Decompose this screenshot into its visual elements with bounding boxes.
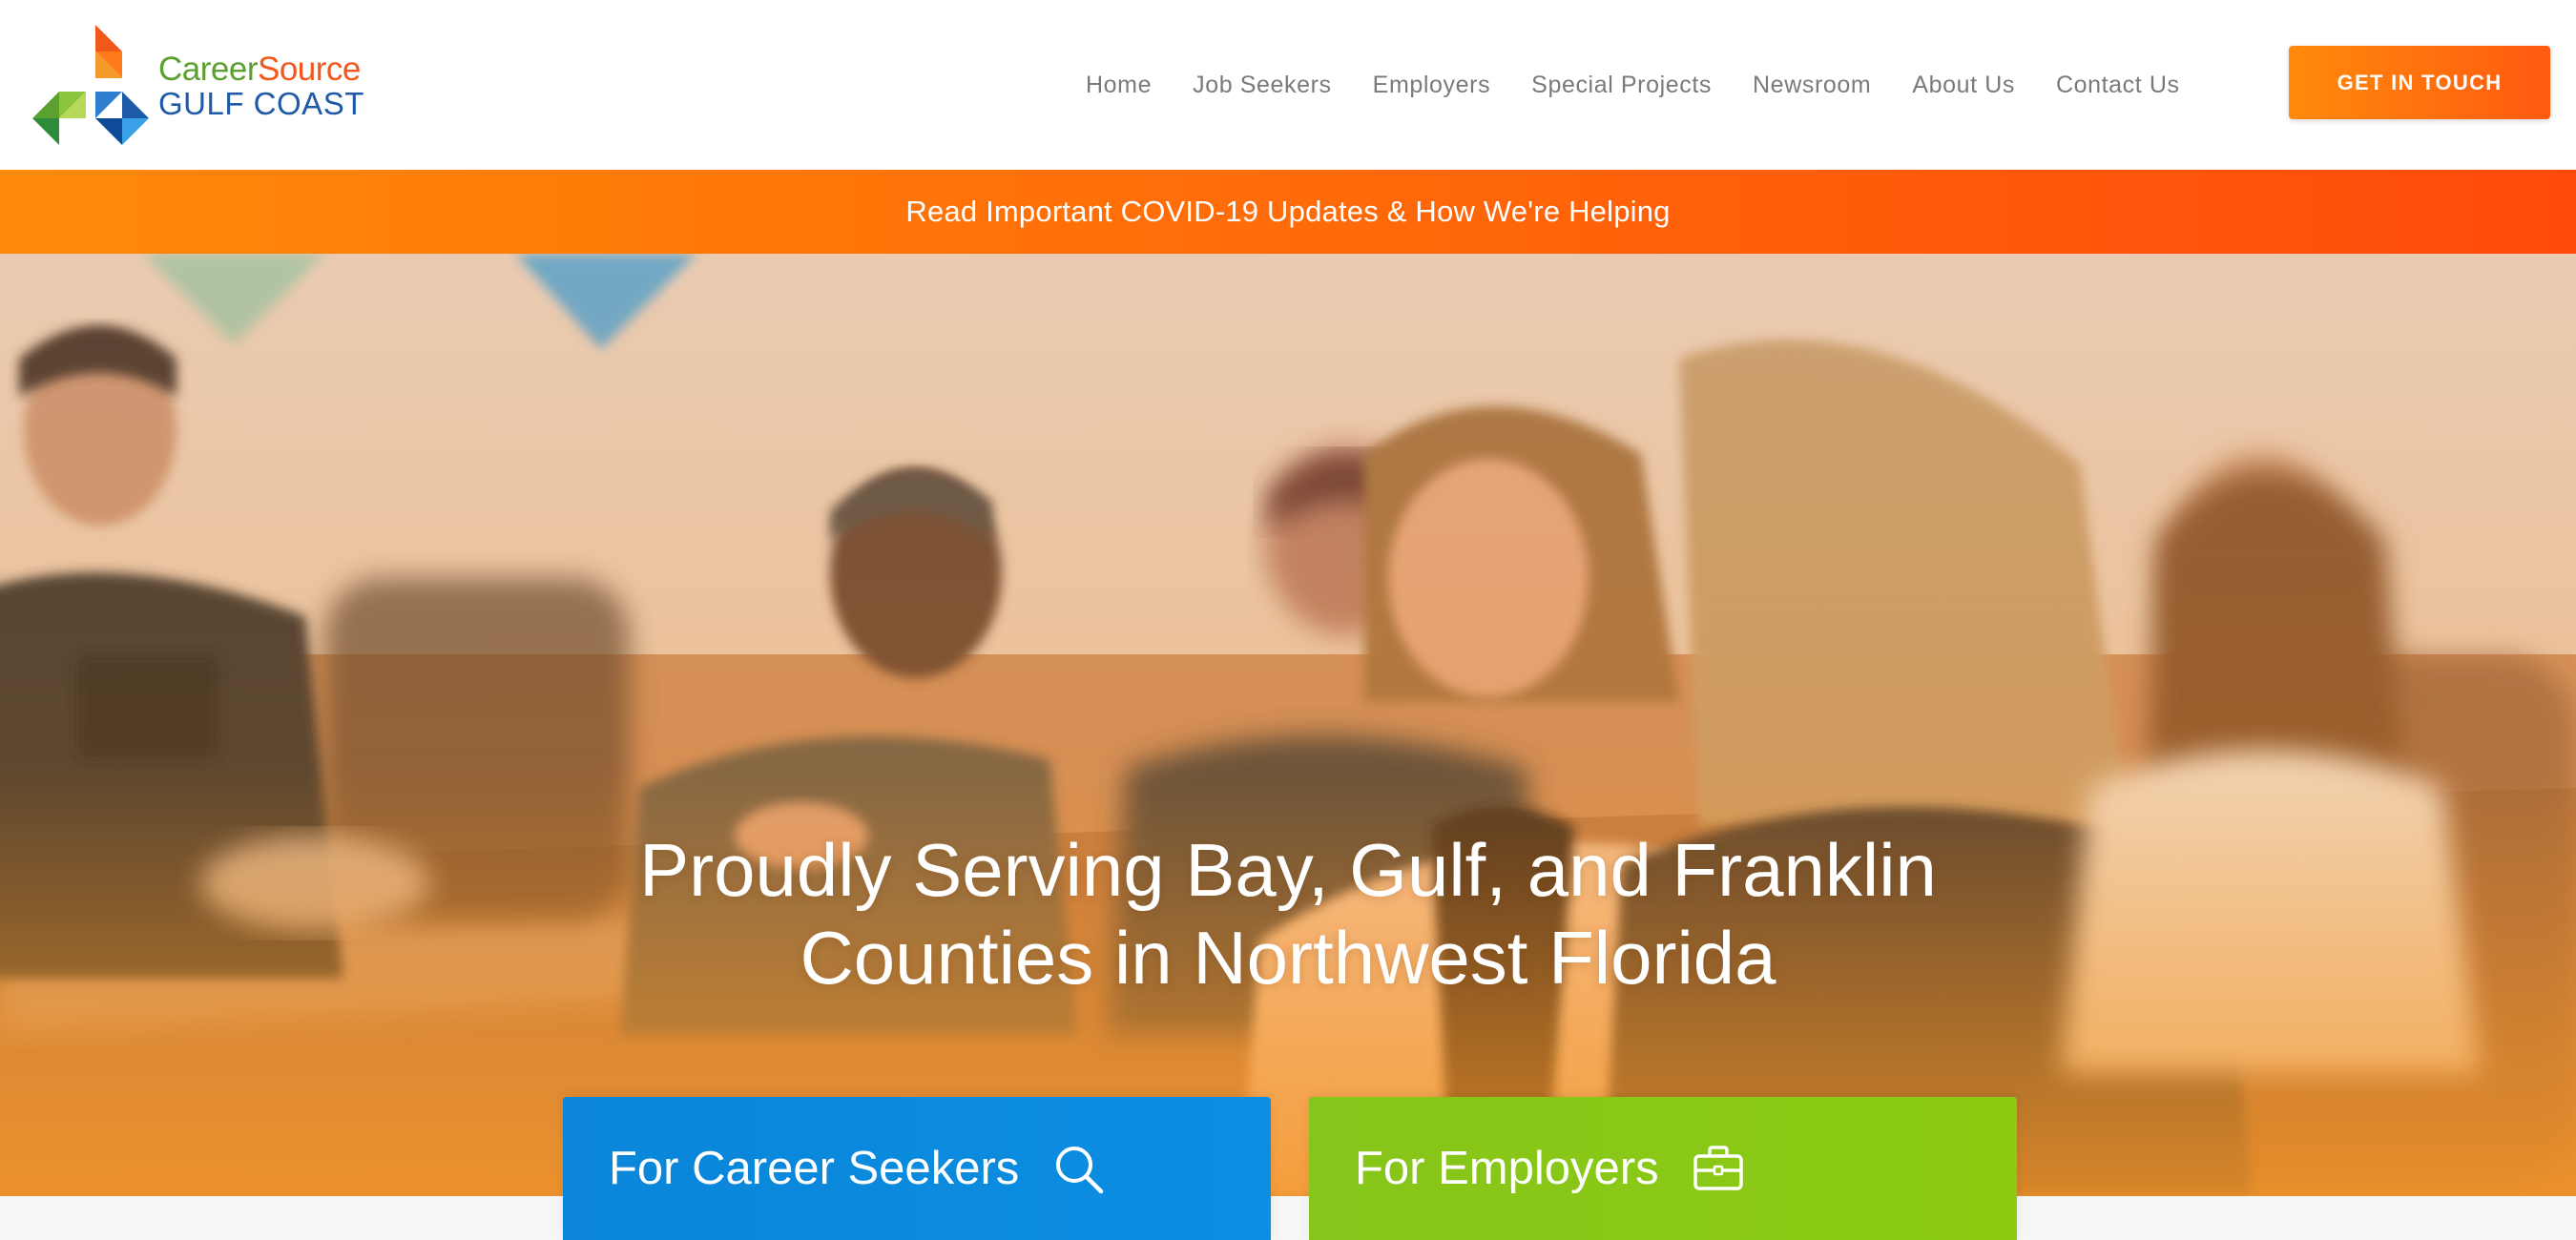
- logo-wordmark: CareerSource GULF COAST: [158, 52, 364, 120]
- site-header: CareerSource GULF COAST Home Job Seekers…: [0, 0, 2576, 170]
- logo-gulf-coast-text: GULF COAST: [158, 86, 364, 121]
- briefcase-icon: [1692, 1142, 1745, 1195]
- logo-career-text: Career: [158, 51, 258, 88]
- search-icon: [1051, 1142, 1105, 1195]
- logo-source-text: Source: [257, 51, 361, 88]
- hero-section: Proudly Serving Bay, Gulf, and Franklin …: [0, 254, 2576, 1196]
- site-logo[interactable]: CareerSource GULF COAST: [31, 23, 374, 147]
- hero-heading-line-1: Proudly Serving Bay, Gulf, and Franklin: [639, 828, 1937, 912]
- nav-item-contact-us[interactable]: Contact Us: [2056, 72, 2180, 99]
- nav-item-special-projects[interactable]: Special Projects: [1531, 72, 1712, 99]
- nav-item-about-us[interactable]: About Us: [1912, 72, 2015, 99]
- covid-alert-bar[interactable]: Read Important COVID-19 Updates & How We…: [0, 170, 2576, 254]
- get-in-touch-button[interactable]: GET IN TOUCH: [2289, 46, 2550, 119]
- employers-card[interactable]: For Employers: [1309, 1097, 2017, 1240]
- nav-item-employers[interactable]: Employers: [1373, 72, 1491, 99]
- hero-heading: Proudly Serving Bay, Gulf, and Franklin …: [429, 826, 2147, 1002]
- content-strip: [0, 1196, 2576, 1240]
- hero-orange-overlay: [0, 254, 2576, 1196]
- logo-line-1: CareerSource: [158, 52, 364, 88]
- nav-item-job-seekers[interactable]: Job Seekers: [1193, 72, 1332, 99]
- covid-alert-text[interactable]: Read Important COVID-19 Updates & How We…: [905, 195, 1670, 229]
- nav-item-newsroom[interactable]: Newsroom: [1753, 72, 1871, 99]
- career-seekers-card[interactable]: For Career Seekers: [563, 1097, 1271, 1240]
- logo-mark-icon: [32, 25, 149, 145]
- employers-label: For Employers: [1355, 1143, 1659, 1194]
- main-nav: Home Job Seekers Employers Special Proje…: [1086, 0, 2180, 170]
- hero-heading-line-2: Counties in Northwest Florida: [800, 916, 1776, 1000]
- career-seekers-label: For Career Seekers: [609, 1143, 1020, 1194]
- nav-item-home[interactable]: Home: [1086, 72, 1152, 99]
